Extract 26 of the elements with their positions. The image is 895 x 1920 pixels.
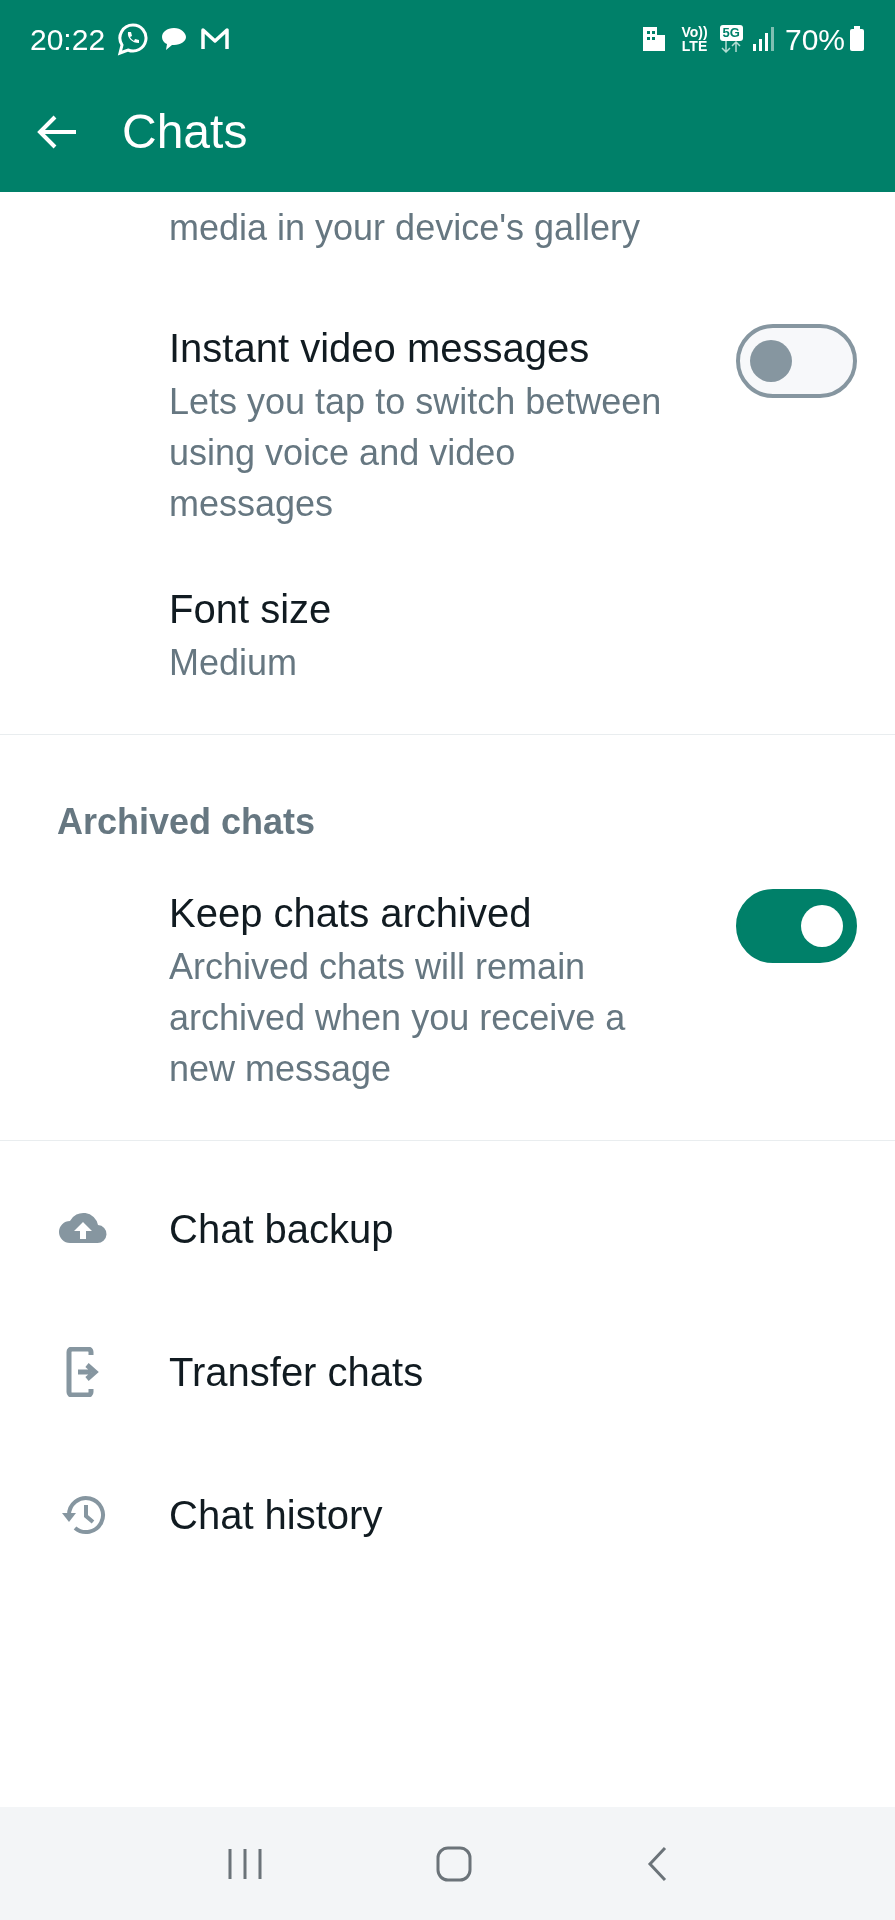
mail-icon <box>199 26 232 52</box>
setting-description: Archived chats will remain archived when you receive a new message <box>169 945 627 1091</box>
setting-title: Keep chats archived <box>169 890 533 937</box>
volte-label: Vo)) <box>681 25 708 39</box>
setting-description: media in your device's gallery <box>169 206 642 250</box>
setting-description: Lets you tap to switch between using voice and video messages <box>169 380 663 526</box>
settings-link[interactable]: Transfer chats <box>0 1300 895 1443</box>
signal-icon <box>752 26 775 52</box>
clock: 20:22 <box>30 21 106 58</box>
home-icon[interactable] <box>435 1844 474 1883</box>
battery-icon <box>849 26 865 52</box>
setting-title: Instant video messages <box>169 325 591 372</box>
phone-bubble-icon <box>117 22 150 56</box>
phone-arrow-icon <box>64 1346 101 1397</box>
battery-percent: 70% <box>784 21 845 58</box>
network-type-badge: 5G <box>719 25 743 41</box>
setting-value: Medium <box>169 641 299 685</box>
building-icon <box>641 25 668 53</box>
data-arrows-icon <box>720 41 743 53</box>
volte-label: LTE <box>681 39 708 53</box>
screen-title: Chats <box>122 104 248 160</box>
settings-link[interactable]: Chat history <box>0 1443 895 1586</box>
back-arrow-icon[interactable] <box>36 114 78 150</box>
settings-link[interactable]: Chat backup <box>0 1157 895 1300</box>
setting-title: Font size <box>169 586 333 633</box>
section-heading: Archived chats <box>56 800 317 844</box>
